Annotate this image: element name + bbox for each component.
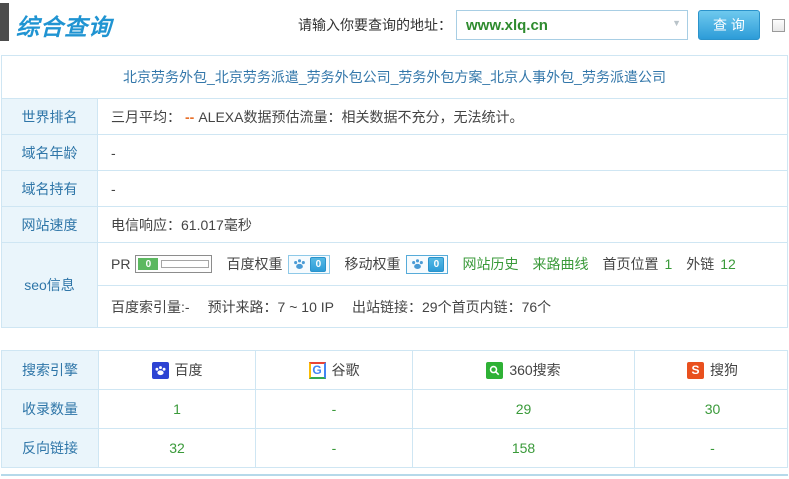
engine-360[interactable]: 360搜索 [412, 351, 634, 389]
site-speed-label: 网站速度 [2, 207, 98, 242]
page: 综合查询 请输入你要查询的地址： ▼ 查 询 北京劳务外包_北京劳务派遣_劳务外… [0, 0, 789, 476]
engine-name: 百度 [175, 360, 203, 380]
search-zone: 请输入你要查询的地址： ▼ 查 询 [298, 10, 785, 40]
mobile-weight-label: 移动权重 [344, 254, 400, 274]
site-history-link[interactable]: 网站历史 [462, 254, 518, 274]
indexed-google: - [255, 390, 412, 428]
query-button[interactable]: 查 询 [698, 10, 760, 40]
outbound-links: 出站链接：29个首页内链：76个 [352, 297, 551, 317]
domain-holder-value: - [98, 171, 787, 206]
seo-content: PR 0 百度权重 0 [98, 243, 787, 327]
site-speed-value: 电信响应：61.017毫秒 [98, 207, 787, 242]
home-position-label: 首页位置 [602, 254, 658, 274]
pr-bar: 0 [135, 255, 212, 273]
domain-holder-label: 域名持有 [2, 171, 98, 206]
home-position-value[interactable]: 1 [664, 256, 672, 272]
engine-table: 搜索引擎 百度 G 谷歌 360搜索 S 搜狗 [1, 350, 788, 468]
engine-header-row: 搜索引擎 百度 G 谷歌 360搜索 S 搜狗 [2, 351, 787, 389]
row-world-rank: 世界排名 三月平均： -- ALEXA数据预估流量：相关数据不充分，无法统计。 [2, 98, 787, 134]
row-domain-age: 域名年龄 - [2, 134, 787, 170]
paw-icon [292, 257, 307, 271]
outlink: 外链 12 [686, 254, 736, 274]
seo-line1: PR 0 百度权重 0 [98, 243, 787, 285]
baidu-paw-icon [152, 362, 169, 379]
site-title-link[interactable]: 北京劳务外包_北京劳务派遣_劳务外包公司_劳务外包方案_北京人事外包_劳务派遣公… [2, 56, 787, 98]
outlink-value[interactable]: 12 [720, 256, 736, 272]
search-input[interactable] [456, 10, 688, 40]
row-domain-holder: 域名持有 - [2, 170, 787, 206]
world-rank-prefix: 三月平均： [111, 107, 181, 127]
site-info-table: 北京劳务外包_北京劳务派遣_劳务外包公司_劳务外包方案_北京人事外包_劳务派遣公… [1, 55, 788, 328]
mobile-weight: 移动权重 0 [344, 254, 448, 274]
baidu-weight: 百度权重 0 [226, 254, 330, 274]
next-section-divider [1, 474, 788, 476]
paw-icon [410, 257, 425, 271]
engine-name: 搜狗 [710, 360, 738, 380]
mobile-weight-badge[interactable]: 0 [406, 255, 448, 274]
engine-name: 谷歌 [332, 360, 360, 380]
world-rank-dash: -- [185, 109, 194, 125]
domain-age-label: 域名年龄 [2, 135, 98, 170]
indexed-360[interactable]: 29 [412, 390, 634, 428]
world-rank-value: 三月平均： -- ALEXA数据预估流量：相关数据不充分，无法统计。 [98, 99, 787, 134]
title-accent-bar [0, 3, 9, 41]
dropdown-caret-icon[interactable]: ▼ [672, 19, 681, 28]
engine-header-label: 搜索引擎 [2, 351, 98, 389]
indexed-count-row: 收录数量 1 - 29 30 [2, 389, 787, 428]
backlink-360[interactable]: 158 [412, 429, 634, 467]
row-seo: seo信息 PR 0 百度权重 [2, 242, 787, 327]
home-position: 首页位置 1 [602, 254, 672, 274]
baidu-weight-label: 百度权重 [226, 254, 282, 274]
search-input-wrap: ▼ [456, 10, 688, 40]
pr-widget: PR 0 [111, 255, 212, 273]
backlink-baidu[interactable]: 32 [98, 429, 255, 467]
sogou-s-icon: S [687, 362, 704, 379]
search-label: 请输入你要查询的地址： [298, 15, 452, 35]
page-title: 综合查询 [16, 8, 112, 42]
engine-name: 360搜索 [509, 360, 560, 380]
backlink-row: 反向链接 32 - 158 - [2, 428, 787, 467]
indexed-count-label: 收录数量 [2, 390, 98, 428]
engine-google[interactable]: G 谷歌 [255, 351, 412, 389]
indexed-baidu[interactable]: 1 [98, 390, 255, 428]
magnifier-icon [486, 362, 503, 379]
indexed-sogou[interactable]: 30 [634, 390, 789, 428]
pr-track [161, 260, 209, 268]
baidu-index: 百度索引量:- [111, 297, 190, 317]
world-rank-suffix: ALEXA数据预估流量：相关数据不充分，无法统计。 [198, 107, 523, 127]
google-g-icon: G [309, 362, 326, 379]
backlink-google: - [255, 429, 412, 467]
backlink-label: 反向链接 [2, 429, 98, 467]
expected-visits: 预计来路：7 ~ 10 IP [208, 297, 334, 317]
seo-line2: 百度索引量:- 预计来路：7 ~ 10 IP 出站链接：29个首页内链：76个 [98, 285, 787, 327]
pr-value: 0 [138, 258, 158, 270]
mobile-weight-value: 0 [428, 257, 444, 272]
traffic-curve-link[interactable]: 来路曲线 [532, 254, 588, 274]
world-rank-label: 世界排名 [2, 99, 98, 134]
outlink-label: 外链 [686, 254, 714, 274]
header-checkbox[interactable] [772, 19, 785, 32]
domain-age-value: - [98, 135, 787, 170]
backlink-sogou: - [634, 429, 789, 467]
baidu-weight-badge[interactable]: 0 [288, 255, 330, 274]
header: 综合查询 请输入你要查询的地址： ▼ 查 询 [0, 0, 789, 50]
pr-label: PR [111, 256, 130, 272]
engine-baidu[interactable]: 百度 [98, 351, 255, 389]
engine-sogou[interactable]: S 搜狗 [634, 351, 789, 389]
baidu-weight-value: 0 [310, 257, 326, 272]
row-site-speed: 网站速度 电信响应：61.017毫秒 [2, 206, 787, 242]
seo-label: seo信息 [2, 243, 98, 327]
